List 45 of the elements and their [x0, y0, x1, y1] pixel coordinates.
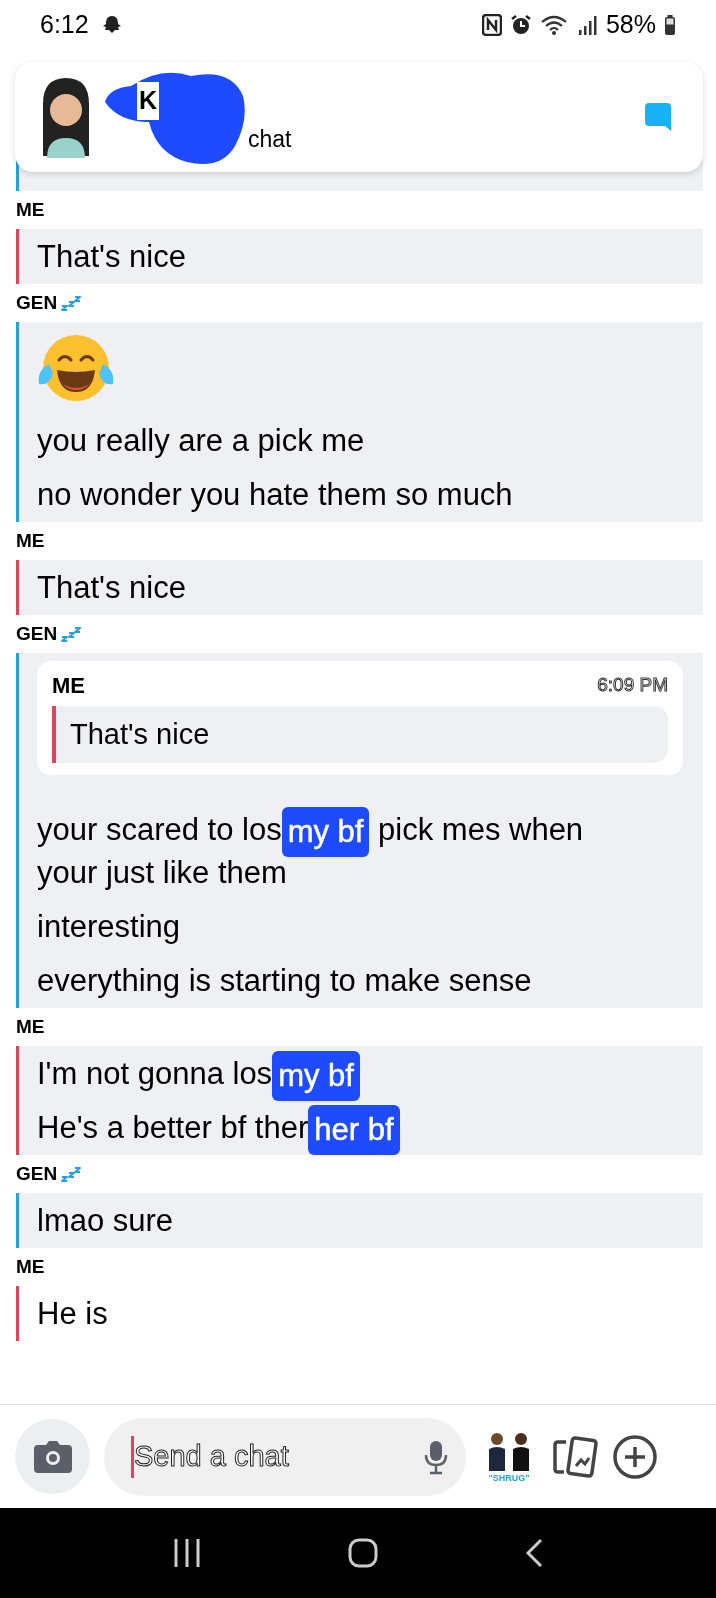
sender-name: ME	[16, 197, 45, 222]
sender-name: ME	[16, 1014, 45, 1039]
message-text: pick mes when	[377, 812, 584, 847]
cards-icon[interactable]	[552, 1435, 598, 1478]
message-text: interesting	[37, 909, 181, 944]
message-text: your scared to los	[37, 812, 282, 847]
add-icon[interactable]	[612, 1433, 658, 1480]
chat-subtitle: chat	[248, 125, 292, 154]
contact-name: K	[137, 82, 160, 120]
message-text: That's nice	[37, 239, 186, 274]
message-text: no wonder you hate them so much	[37, 477, 513, 512]
signal-icon	[577, 14, 598, 36]
message-text: you really are a pick me	[37, 423, 365, 458]
sender-name: ME	[16, 528, 45, 553]
quoted-timestamp: 6:09 PM	[597, 673, 668, 698]
message-text: everything is starting to make sense	[37, 963, 532, 998]
quoted-message-bubble: That's nice	[52, 706, 668, 763]
sender-name: GEN	[16, 621, 58, 646]
sticker-label: "SHRUG"	[488, 1472, 530, 1483]
alarm-icon	[509, 14, 532, 36]
chat-bubble-icon	[643, 101, 673, 133]
redaction-label: my bf	[272, 1050, 360, 1101]
message-text: He's a better bf ther	[37, 1110, 309, 1145]
microphone-icon	[424, 1438, 448, 1475]
battery-percent: 58%	[605, 9, 656, 41]
message-text: He is	[37, 1296, 108, 1331]
message-text: lmao sure	[37, 1203, 174, 1238]
sender-name: GEN	[16, 290, 58, 315]
recent-apps-icon[interactable]	[173, 1538, 202, 1568]
message-text: I'm not gonna los	[37, 1056, 273, 1091]
sender-name: ME	[16, 1254, 45, 1279]
nfc-icon	[481, 14, 502, 36]
sticker-button[interactable]: "SHRUG"	[480, 1430, 538, 1483]
home-icon[interactable]	[348, 1538, 378, 1568]
battery-icon	[664, 14, 676, 36]
back-icon[interactable]	[524, 1538, 543, 1568]
sender-name: GEN	[16, 1161, 58, 1186]
laughing-emoji-icon	[37, 332, 115, 404]
clock-time: 6:12	[40, 9, 89, 41]
quoted-sender-name: ME	[52, 672, 85, 700]
redaction-label: her bf	[308, 1104, 400, 1155]
message-text: That's nice	[37, 570, 186, 605]
camera-icon	[31, 1438, 74, 1475]
redaction-label: my bf	[281, 806, 370, 857]
message-text: your just like them	[37, 854, 288, 892]
